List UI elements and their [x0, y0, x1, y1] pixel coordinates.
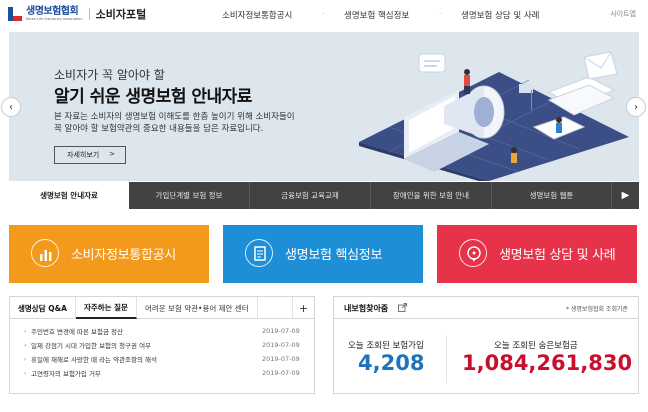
tab-faq[interactable]: 자주하는 질문: [75, 297, 137, 319]
megaphone-illustration-icon: [359, 51, 629, 181]
bullet-icon: ›: [24, 341, 27, 349]
tab-education[interactable]: 금융보험 교육교재: [250, 182, 371, 209]
nav-item-core-info[interactable]: 생명보험 핵심정보: [344, 9, 409, 21]
card-disclosure[interactable]: 소비자정보통합공시: [9, 225, 209, 283]
stat-divider: [446, 335, 447, 383]
stat-value-hidden-claims: 1,084,261,830: [462, 351, 633, 375]
list-item[interactable]: › 고연령자의 보험가입 거부 2019-07-09: [24, 366, 314, 380]
read-more-label: 자세히보기: [67, 151, 100, 159]
card-core-info[interactable]: 생명보험 핵심정보: [223, 225, 423, 283]
hero-prev-button[interactable]: ‹: [1, 97, 21, 117]
tab-disability[interactable]: 장애인을 위한 보험 안내: [371, 182, 492, 209]
logo-divider: [88, 8, 90, 20]
document-icon: [245, 239, 273, 267]
sitemap-link[interactable]: 사이트맵: [610, 9, 636, 19]
panel-title[interactable]: 내보험찾아줌: [344, 303, 388, 314]
logo-name: 생명보험협회: [26, 5, 79, 17]
list-item-text: 주민번호 변경에 따른 보험금 정산: [31, 328, 123, 336]
hero-title: 알기 쉬운 생명보험 안내자료: [54, 87, 252, 107]
list-item-date: 2019-07-09: [262, 355, 300, 363]
card-label: 생명보험 핵심정보: [285, 248, 383, 263]
list-item[interactable]: › 주민번호 변경에 따른 보험금 정산 2019-07-09: [24, 324, 314, 338]
list-item-date: 2019-07-09: [262, 327, 300, 335]
chart-icon: [31, 239, 59, 267]
panel-note: * 생명보험협회 조회기준: [565, 306, 628, 313]
nav-item-consulting[interactable]: 생명보험 상담 및 사례: [461, 9, 540, 21]
logo[interactable]: 생명보험협회 Korea Life Insurance Association …: [8, 6, 146, 22]
list-item-date: 2019-07-09: [262, 369, 300, 377]
card-consulting[interactable]: 생명보험 상담 및 사례: [437, 225, 637, 283]
hero-desc-line: 꼭 알아야 할 보험약관의 중요한 내용들을 담은 자료입니다.: [54, 124, 264, 134]
stat-value-policies: 4,208: [358, 351, 425, 375]
portal-title: 소비자포털: [95, 8, 147, 21]
external-link-icon[interactable]: [398, 303, 407, 312]
stat-label-policies: 오늘 조회된 보험가입: [348, 341, 424, 351]
hero-next-button[interactable]: ›: [626, 97, 646, 117]
card-label: 소비자정보통합공시: [71, 248, 176, 263]
tab-stage-info[interactable]: 가입단계별 보험 정보: [129, 182, 250, 209]
list-item-text: 고연령자의 보험가입 거부: [31, 370, 101, 378]
read-more-button[interactable]: 자세히보기 >: [54, 146, 126, 164]
bullet-icon: ›: [24, 327, 27, 335]
stat-label-hidden-claims: 오늘 조회된 숨은보험금: [494, 341, 578, 351]
chevron-right-icon: ›: [634, 101, 638, 113]
hero-tab-bar: 생명보험 안내자료 가입단계별 보험 정보 금융보험 교육교재 장애인을 위한 …: [9, 182, 639, 209]
nav-separator: ·: [439, 10, 442, 18]
bullet-icon: ›: [24, 355, 27, 363]
tab-guide[interactable]: 생명보험 안내자료: [9, 182, 129, 209]
card-label: 생명보험 상담 및 사례: [499, 248, 616, 263]
bullet-icon: ›: [24, 369, 27, 377]
hero-subtitle: 소비자가 꼭 알아야 할: [54, 68, 165, 82]
insurance-finder-panel: 내보험찾아줌 * 생명보험협회 조회기준 오늘 조회된 보험가입 4,208 오…: [333, 296, 639, 394]
logo-mark-icon: [8, 7, 22, 21]
board-title: 생명상담 Q&A: [10, 297, 76, 319]
logo-subtitle: Korea Life Insurance Association: [26, 16, 83, 21]
nav-separator: ·: [322, 10, 325, 18]
tab-webtoon[interactable]: 생명보험 웹툰: [492, 182, 612, 209]
list-item[interactable]: › 일제 강점기 시대 가입한 보험의 청구권 여부 2019-07-09: [24, 338, 314, 352]
list-item-date: 2019-07-09: [262, 341, 300, 349]
header: 생명보험협회 Korea Life Insurance Association …: [0, 0, 648, 30]
list-item[interactable]: › 휴일에 재해로 사망한 때 라는 약관조항의 해석 2019-07-09: [24, 352, 314, 366]
play-icon: ▶: [621, 190, 630, 201]
hero-description: 본 자료는 소비자의 생명보험 이해도를 한층 높이기 위해 소비자들이 꼭 알…: [54, 111, 334, 135]
chevron-right-icon: >: [109, 150, 115, 158]
chevron-left-icon: ‹: [9, 101, 13, 113]
chat-icon: [459, 239, 487, 267]
list-item-text: 휴일에 재해로 사망한 때 라는 약관조항의 해석: [31, 356, 158, 364]
nav-item-disclosure[interactable]: 소비자정보통합공시: [222, 9, 292, 21]
play-button[interactable]: ▶: [612, 182, 639, 209]
hero-desc-line: 본 자료는 소비자의 생명보험 이해도를 한층 높이기 위해 소비자들이: [54, 112, 295, 122]
qa-board: 생명상담 Q&A 자주하는 질문 어려운 보험 약관•용어 제안 센터 + › …: [9, 296, 315, 394]
hero-banner: 소비자가 꼭 알아야 할 알기 쉬운 생명보험 안내자료 본 자료는 소비자의 …: [9, 32, 639, 181]
tab-term-suggestion[interactable]: 어려운 보험 약관•용어 제안 센터: [137, 297, 258, 319]
list-item-text: 일제 강점기 시대 가입한 보험의 청구권 여부: [31, 342, 152, 350]
more-button[interactable]: +: [292, 297, 314, 319]
faq-list: › 주민번호 변경에 따른 보험금 정산 2019-07-09 › 일제 강점기…: [10, 319, 314, 380]
